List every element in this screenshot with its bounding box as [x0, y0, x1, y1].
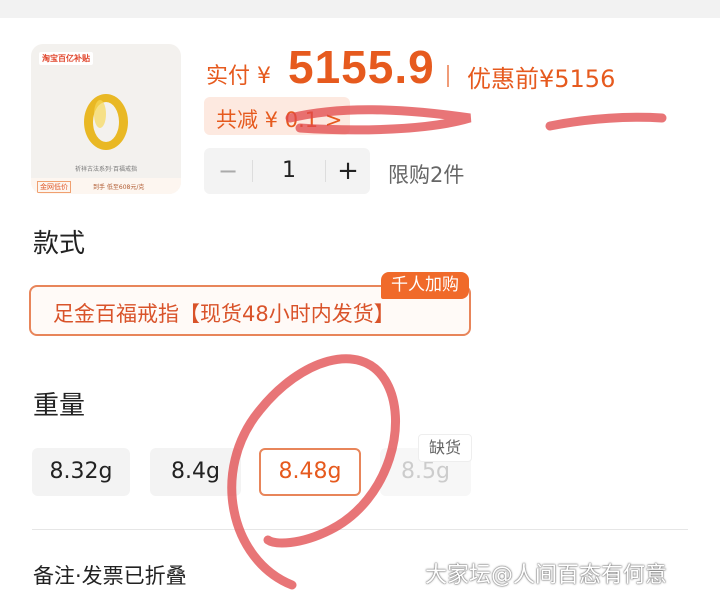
product-thumbnail[interactable]: 淘宝百亿补贴 祈祥古法系列·百福戒指 金网低价 到手 低至608元/克	[31, 44, 181, 194]
purchase-limit: 限购2件	[388, 163, 465, 187]
hot-badge: 千人加购	[381, 272, 469, 299]
weight-option-8-4[interactable]: 8.4g	[150, 448, 241, 496]
weight-option-8-48-selected[interactable]: 8.48g	[259, 448, 361, 496]
section-divider	[32, 529, 688, 530]
quantity-stepper: − 1 +	[204, 148, 370, 194]
subsidy-tag: 淘宝百亿补贴	[39, 52, 93, 65]
style-heading: 款式	[33, 229, 86, 259]
top-bar	[0, 0, 720, 18]
original-price: 优惠前¥5156	[467, 65, 616, 93]
out-of-stock-badge: 缺货	[418, 434, 472, 462]
paid-label: 实付 ¥	[206, 64, 271, 89]
decrease-button[interactable]: −	[204, 148, 252, 194]
thumb-price-strip: 金网低价 到手 低至608元/克	[31, 178, 181, 194]
discount-label: 共减 ¥ 0.1 >	[216, 108, 343, 132]
weight-option-8-32[interactable]: 8.32g	[32, 448, 130, 496]
weight-heading: 重量	[33, 391, 86, 421]
remark-invoice-toggle[interactable]: 备注·发票已折叠	[33, 560, 187, 590]
gold-ring-image	[84, 94, 128, 150]
product-series-text: 祈祥古法系列·百福戒指	[75, 166, 137, 173]
quantity-value[interactable]: 1	[253, 148, 325, 194]
watermark: 大家坛@人间百态有何意	[425, 563, 668, 588]
paid-price: 5155.9	[288, 41, 435, 93]
increase-button[interactable]: +	[326, 148, 370, 194]
price-divider	[447, 65, 449, 87]
style-option-label: 足金百福戒指【现货48小时内发货】	[53, 302, 395, 326]
discount-button[interactable]: 共减 ¥ 0.1 >	[204, 97, 350, 135]
